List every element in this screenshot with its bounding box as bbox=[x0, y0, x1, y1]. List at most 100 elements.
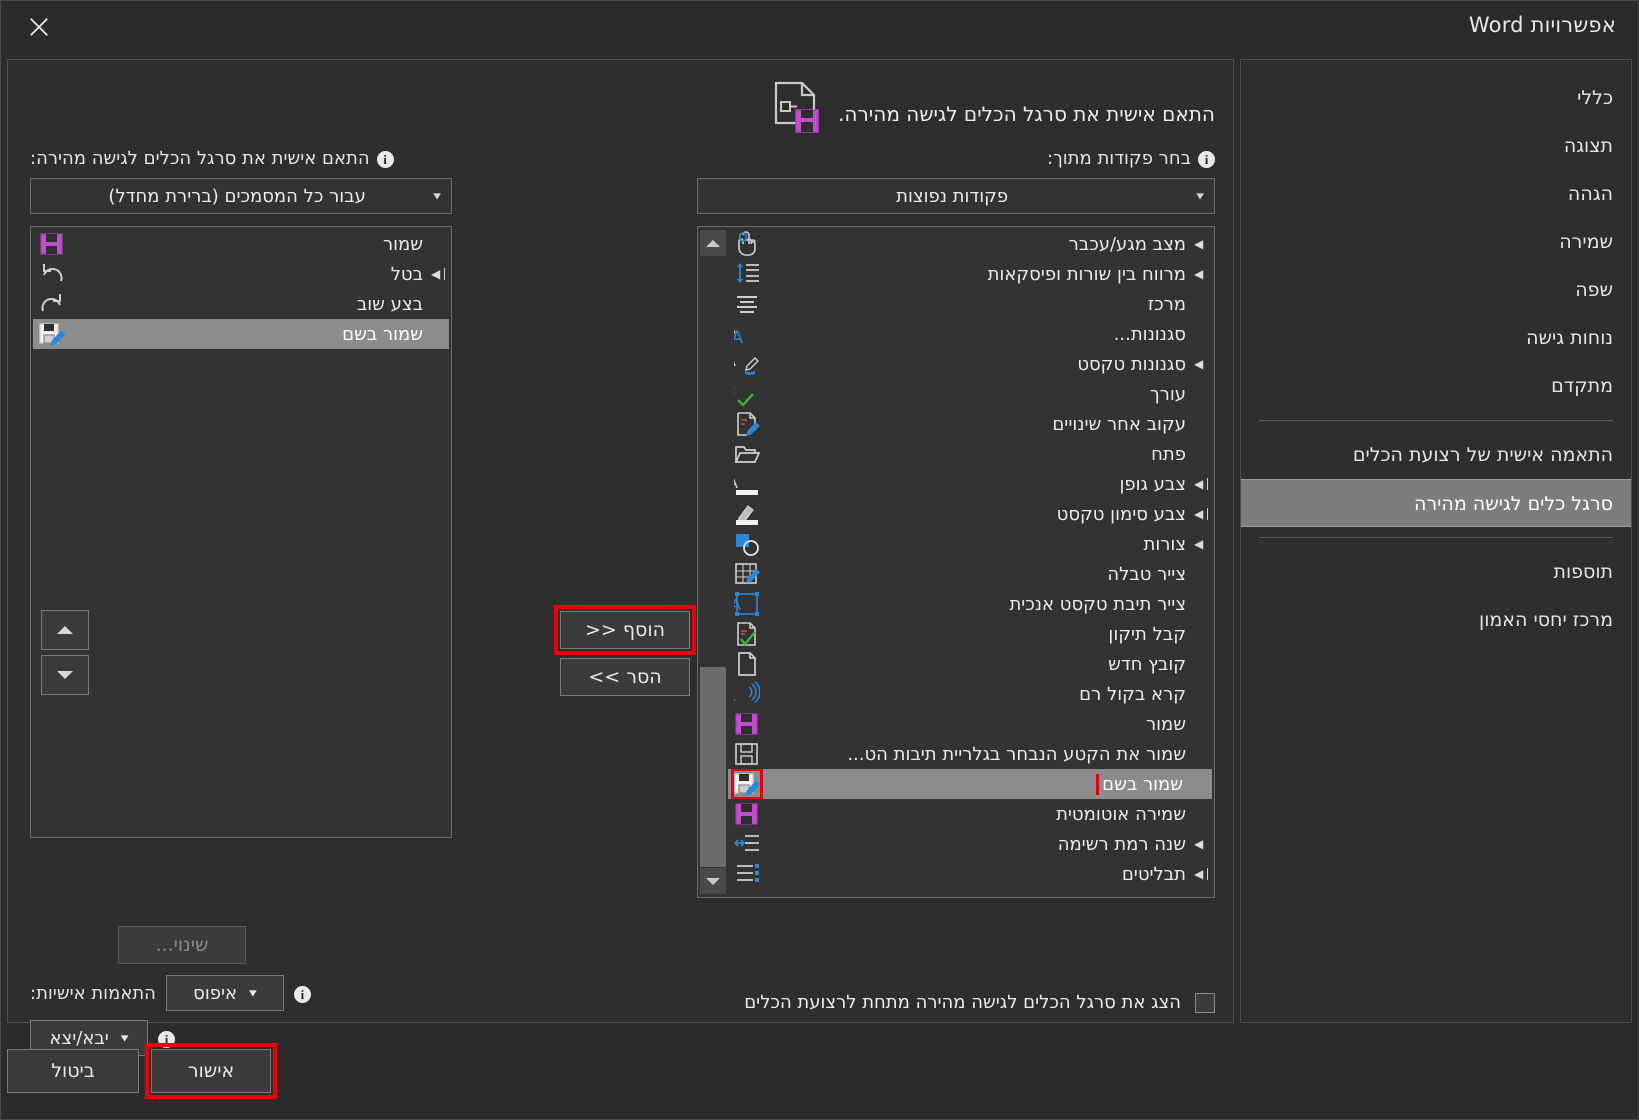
cancel-button[interactable]: ביטול bbox=[7, 1049, 139, 1093]
list-item[interactable]: שמור בשם bbox=[33, 319, 449, 349]
sidebar-item[interactable]: נוחות גישה bbox=[1241, 314, 1631, 362]
list-item[interactable]: ◀ צבע סימון טקסט bbox=[728, 499, 1212, 529]
list-item-label: תבליטים bbox=[1121, 863, 1186, 885]
submenu-arrow-icon[interactable]: ◀ bbox=[1194, 478, 1208, 490]
list-item[interactable]: ◀ שנה רמת רשימה bbox=[728, 829, 1212, 859]
touch-mouse-mode-icon bbox=[734, 231, 760, 257]
move-up-button[interactable] bbox=[41, 610, 89, 650]
bullets-icon bbox=[734, 861, 760, 887]
ok-button-label: אישור bbox=[187, 1060, 235, 1082]
svg-text:A: A bbox=[734, 328, 743, 347]
sidebar-item[interactable]: תוספות bbox=[1241, 548, 1631, 596]
sidebar-item[interactable]: הגהה bbox=[1241, 170, 1631, 218]
modify-button[interactable]: שינוי... bbox=[118, 926, 246, 964]
add-button-arrows: << bbox=[585, 619, 617, 641]
list-item[interactable]: בצע שוב bbox=[33, 289, 449, 319]
commands-scrollbar[interactable] bbox=[698, 227, 728, 897]
chevron-down-icon: ▼ bbox=[433, 191, 441, 201]
list-item[interactable]: שמירה אוטומטית bbox=[728, 799, 1212, 829]
add-button[interactable]: הוסף << bbox=[560, 611, 690, 649]
change-list-level-icon bbox=[734, 831, 760, 857]
scroll-down-button[interactable] bbox=[700, 868, 726, 894]
sidebar-item-label: שפה bbox=[1575, 279, 1613, 301]
save-as-icon bbox=[39, 321, 66, 347]
add-button-label: הוסף bbox=[622, 619, 665, 641]
sidebar-item[interactable]: שמירה bbox=[1241, 218, 1631, 266]
list-item[interactable]: צייר תיבת טקסט אנכית A bbox=[728, 589, 1212, 619]
sidebar-item[interactable]: מרכז יחסי האמון bbox=[1241, 596, 1631, 644]
list-item[interactable]: ◀ סגנונות טקסט A bbox=[728, 349, 1212, 379]
scroll-up-button[interactable] bbox=[700, 230, 726, 256]
scroll-thumb[interactable] bbox=[700, 667, 726, 867]
info-icon-reset[interactable]: i bbox=[293, 985, 311, 1003]
nav-separator bbox=[1259, 420, 1613, 421]
customize-qat-for-dropdown[interactable]: ▼ עבור כל המסמכים (ברירת מחדל) bbox=[30, 178, 452, 214]
submenu-arrow-icon[interactable]: ◀ bbox=[1194, 508, 1208, 520]
list-item-label: שמור bbox=[382, 233, 423, 255]
svg-text:abc: abc bbox=[734, 384, 735, 397]
list-item[interactable]: עקוב אחר שינויים bbox=[728, 409, 1212, 439]
available-commands-list[interactable]: ◀ מצב מגע/עכבר ◀ מרווח בין שורות ופיסקאות מר… bbox=[697, 226, 1215, 898]
list-item[interactable]: עורך abc bbox=[728, 379, 1212, 409]
submenu-arrow-icon[interactable]: ◀ bbox=[1194, 238, 1208, 250]
redo-icon bbox=[39, 291, 65, 317]
ok-button[interactable]: אישור bbox=[151, 1049, 271, 1093]
document-save-icon bbox=[770, 80, 822, 138]
list-item[interactable]: ◀ מרווח בין שורות ופיסקאות bbox=[728, 259, 1212, 289]
list-item[interactable]: קובץ חדש bbox=[728, 649, 1212, 679]
submenu-arrow-icon[interactable]: ◀ bbox=[1194, 868, 1208, 880]
list-item[interactable]: ◀ תבליטים bbox=[728, 859, 1212, 889]
list-item[interactable]: שמור בשם bbox=[728, 769, 1212, 799]
info-icon-source[interactable]: i bbox=[1198, 151, 1215, 168]
list-item[interactable]: שמור bbox=[728, 709, 1212, 739]
sidebar-item-label: תוספות bbox=[1553, 561, 1613, 583]
align-center-icon bbox=[734, 291, 760, 317]
autosave-icon bbox=[734, 801, 760, 827]
sidebar-item[interactable]: מתקדם bbox=[1241, 362, 1631, 410]
list-item[interactable]: ◀ צורות bbox=[728, 529, 1212, 559]
list-item[interactable]: ◀ בטל bbox=[33, 259, 449, 289]
sidebar-item-label: התאמה אישית של רצועת הכלים bbox=[1352, 444, 1613, 466]
sidebar-item-label: תצוגה bbox=[1563, 135, 1613, 157]
list-item-label: צורות bbox=[1143, 533, 1186, 555]
close-button[interactable] bbox=[15, 9, 63, 49]
info-icon-target[interactable]: i bbox=[376, 151, 394, 168]
list-item-label: מרכז bbox=[1147, 293, 1186, 315]
list-item[interactable]: ◀ מצב מגע/עכבר bbox=[728, 229, 1212, 259]
sidebar-item[interactable]: שפה bbox=[1241, 266, 1631, 314]
list-item[interactable]: קרא בקול רם A bbox=[728, 679, 1212, 709]
reset-row: i ▼ איפוס התאמות אישיות: bbox=[30, 975, 311, 1011]
reset-button[interactable]: ▼ איפוס bbox=[165, 975, 284, 1011]
submenu-arrow-icon[interactable]: ◀ bbox=[1194, 358, 1208, 370]
list-item-label: צבע גופן bbox=[1119, 473, 1186, 495]
draw-table-icon bbox=[734, 561, 760, 587]
list-item[interactable]: צייר טבלה bbox=[728, 559, 1212, 589]
submenu-arrow-icon[interactable]: ◀ bbox=[1194, 538, 1208, 550]
move-up-icon bbox=[57, 626, 73, 634]
sidebar-item[interactable]: התאמה אישית של רצועת הכלים bbox=[1241, 431, 1631, 479]
remove-button[interactable]: הסר >> bbox=[560, 658, 690, 696]
sidebar-item[interactable]: סרגל כלים לגישה מהירה bbox=[1241, 479, 1631, 527]
list-item[interactable]: מרכז bbox=[728, 289, 1212, 319]
list-item[interactable]: סגנונות... AA bbox=[728, 319, 1212, 349]
list-item[interactable]: שמור bbox=[33, 229, 449, 259]
list-item-label: שנה רמת רשימה bbox=[1057, 833, 1186, 855]
list-item[interactable]: שמור את הקטע הנבחר בגלריית תיבות הט... bbox=[728, 739, 1212, 769]
list-item-label: צבע סימון טקסט bbox=[1056, 503, 1186, 525]
list-item[interactable]: פתח bbox=[728, 439, 1212, 469]
submenu-arrow-icon[interactable]: ◀ bbox=[1194, 838, 1208, 850]
choose-commands-from-dropdown[interactable]: ▼ פקודות נפוצות bbox=[697, 178, 1215, 214]
text-highlight-color-icon bbox=[734, 501, 760, 527]
shapes-icon bbox=[734, 531, 760, 557]
submenu-arrow-icon[interactable]: ◀ bbox=[1194, 268, 1208, 280]
submenu-arrow-icon[interactable]: ◀ bbox=[431, 268, 445, 280]
list-item-label: סגנונות טקסט bbox=[1077, 353, 1186, 375]
save-selection-icon bbox=[734, 741, 760, 767]
show-below-ribbon-checkbox[interactable] bbox=[1195, 993, 1215, 1013]
sidebar-item[interactable]: תצוגה bbox=[1241, 122, 1631, 170]
list-item[interactable]: קבל תיקון bbox=[728, 619, 1212, 649]
quick-access-toolbar-list[interactable]: שמור ◀ בטל בצע שוב שמור בשם bbox=[30, 226, 452, 838]
list-item[interactable]: ◀ צבע גופן A bbox=[728, 469, 1212, 499]
move-down-button[interactable] bbox=[41, 655, 89, 695]
sidebar-item[interactable]: כללי bbox=[1241, 74, 1631, 122]
